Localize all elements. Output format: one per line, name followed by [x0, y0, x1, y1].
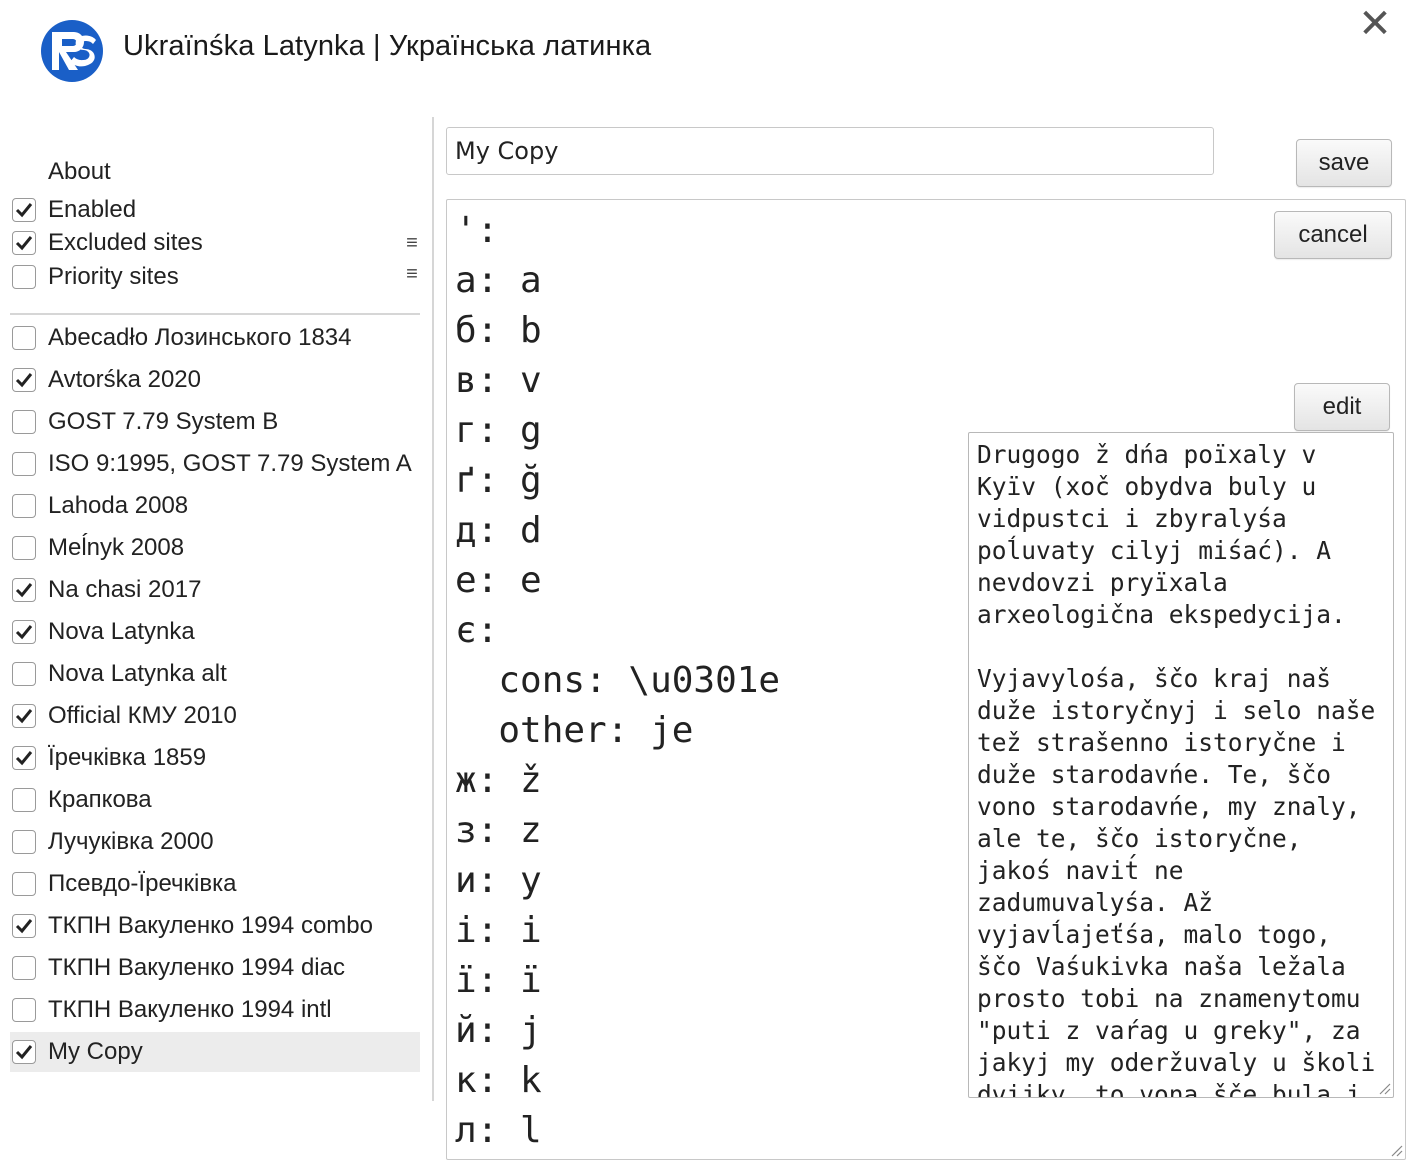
mapping-line: ж: ž	[455, 760, 542, 801]
scheme-label: Na chasi 2017	[48, 576, 202, 603]
scheme-item[interactable]: Nova Latynka	[10, 612, 420, 652]
mapping-line: д: d	[455, 510, 542, 551]
mapping-line: ґ: ğ	[455, 460, 542, 501]
scheme-label: Nova Latynka	[48, 618, 195, 645]
scheme-label: ТКПН Вакуленко 1994 diac	[48, 954, 345, 981]
scheme-checkbox[interactable]	[12, 662, 36, 686]
scheme-checkbox[interactable]	[12, 368, 36, 392]
scheme-checkbox[interactable]	[12, 410, 36, 434]
mapping-line: і: i	[455, 910, 542, 951]
scheme-item[interactable]: Official КМУ 2010	[10, 696, 420, 736]
mapping-line: ї: ï	[455, 960, 542, 1001]
mapping-line: other: je	[455, 710, 694, 751]
setting-label: Excluded sites	[48, 229, 203, 256]
scheme-checkbox[interactable]	[12, 746, 36, 770]
scheme-item[interactable]: ТКПН Вакуленко 1994 intl	[10, 990, 420, 1030]
scheme-checkbox[interactable]	[12, 326, 36, 350]
close-icon[interactable]: ✕	[1355, 4, 1395, 44]
scheme-item[interactable]: ISO 9:1995, GOST 7.79 System A	[10, 444, 420, 484]
scheme-checkbox[interactable]	[12, 788, 36, 812]
setting-priority-sites[interactable]: Priority sites ≡	[10, 257, 420, 297]
mapping-line: cons: \u0301e	[455, 660, 781, 701]
divider	[10, 313, 420, 315]
sample-text-area[interactable]: Drugogo ž dńa poïxaly v Kyïv (xoč obydva…	[968, 432, 1394, 1098]
scheme-item[interactable]: Meĺnyk 2008	[10, 528, 420, 568]
vertical-separator	[432, 117, 434, 1101]
scheme-item[interactable]: Крапкова	[10, 780, 420, 820]
scheme-item[interactable]: Abecadło Лозинського 1834	[10, 318, 420, 358]
scheme-name-input[interactable]	[446, 127, 1214, 175]
scheme-checkbox[interactable]	[12, 536, 36, 560]
scheme-checkbox[interactable]	[12, 452, 36, 476]
setting-label: Enabled	[48, 196, 137, 223]
about-link[interactable]: About	[48, 158, 111, 186]
mapping-line: з: z	[455, 810, 542, 851]
scheme-checkbox[interactable]	[12, 872, 36, 896]
scheme-label: Lahoda 2008	[48, 492, 189, 519]
mapping-line: к: k	[455, 1060, 542, 1101]
edit-button[interactable]: edit	[1294, 383, 1390, 431]
scheme-checkbox[interactable]	[12, 1040, 36, 1064]
mapping-line: г: g	[455, 410, 542, 451]
scheme-label: ТКПН Вакуленко 1994 intl	[48, 996, 332, 1023]
rs-logo-icon	[40, 18, 104, 84]
scheme-checkbox[interactable]	[12, 704, 36, 728]
mapping-line: й: j	[455, 1010, 542, 1051]
checkbox-excluded-sites[interactable]	[12, 231, 36, 255]
sample-text[interactable]: Drugogo ž dńa poïxaly v Kyïv (xoč obydva…	[977, 439, 1389, 1097]
scheme-checkbox[interactable]	[12, 830, 36, 854]
resize-handle-icon[interactable]	[1377, 1081, 1391, 1095]
resize-handle-icon[interactable]	[1389, 1143, 1403, 1157]
mapping-line: б: b	[455, 310, 542, 351]
scheme-checkbox[interactable]	[12, 914, 36, 938]
mapping-line: л: l	[455, 1110, 542, 1151]
scheme-label: Їречківка 1859	[48, 744, 207, 771]
scheme-item[interactable]: Nova Latynka alt	[10, 654, 420, 694]
scheme-item[interactable]: ТКПН Вакуленко 1994 diac	[10, 948, 420, 988]
scheme-label: ТКПН Вакуленко 1994 combo	[48, 912, 373, 939]
scheme-checkbox[interactable]	[12, 998, 36, 1022]
scheme-checkbox[interactable]	[12, 578, 36, 602]
scheme-item[interactable]: Лучуківка 2000	[10, 822, 420, 862]
checkbox-priority-sites[interactable]	[12, 265, 36, 289]
scheme-label: My Copy	[48, 1038, 143, 1065]
scheme-label: Лучуківка 2000	[48, 828, 214, 855]
scheme-item[interactable]: Їречківка 1859	[10, 738, 420, 778]
hamburger-menu-icon[interactable]: ≡	[404, 232, 420, 255]
mapping-line: ':	[455, 210, 499, 251]
scheme-item[interactable]: My Copy	[10, 1032, 420, 1072]
mapping-line: в: v	[455, 360, 542, 401]
scheme-label: Псевдо-Їречківка	[48, 870, 237, 897]
save-button[interactable]: save	[1296, 139, 1392, 187]
scheme-label: Avtorśka 2020	[48, 366, 201, 393]
app-title: Ukraïnśka Latynka | Українська латинка	[123, 30, 652, 62]
scheme-checkbox[interactable]	[12, 494, 36, 518]
setting-label: Priority sites	[48, 263, 179, 290]
mapping-line: а: a	[455, 260, 542, 301]
mapping-line: и: y	[455, 860, 542, 901]
checkbox-enabled[interactable]	[12, 198, 36, 222]
scheme-item[interactable]: Avtorśka 2020	[10, 360, 420, 400]
mapping-line: е: e	[455, 560, 542, 601]
mapping-lines[interactable]: ': а: a б: b в: v г: g ґ: ğ д: d е: e є: cons: \…	[455, 206, 780, 1156]
scheme-label: ISO 9:1995, GOST 7.79 System A	[48, 450, 412, 477]
scheme-item[interactable]: GOST 7.79 System B	[10, 402, 420, 442]
scheme-item[interactable]: Псевдо-Їречківка	[10, 864, 420, 904]
scheme-label: Крапкова	[48, 786, 152, 813]
scheme-label: Meĺnyk 2008	[48, 534, 185, 561]
scheme-label: GOST 7.79 System B	[48, 408, 279, 435]
scheme-checkbox[interactable]	[12, 956, 36, 980]
scheme-label: Official КМУ 2010	[48, 702, 237, 729]
hamburger-menu-icon[interactable]: ≡	[404, 263, 420, 286]
scheme-item[interactable]: ТКПН Вакуленко 1994 combo	[10, 906, 420, 946]
mapping-line: є:	[455, 610, 499, 651]
scheme-item[interactable]: Lahoda 2008	[10, 486, 420, 526]
cancel-button[interactable]: cancel	[1274, 211, 1392, 259]
scheme-label: Abecadło Лозинського 1834	[48, 324, 352, 351]
scheme-checkbox[interactable]	[12, 620, 36, 644]
scheme-item[interactable]: Na chasi 2017	[10, 570, 420, 610]
scheme-label: Nova Latynka alt	[48, 660, 227, 687]
